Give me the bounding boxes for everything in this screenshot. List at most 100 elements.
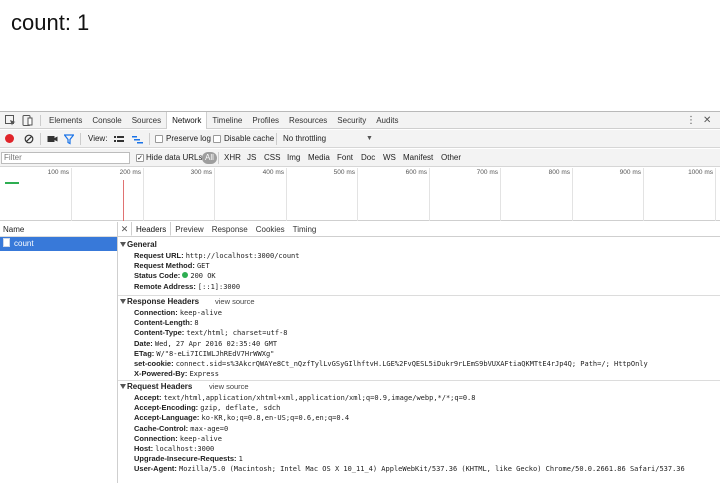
timeline-tick-label: 700 ms (476, 169, 498, 176)
document-icon (3, 238, 10, 247)
timeline-tick-label: 500 ms (333, 169, 355, 176)
chevron-down-icon[interactable]: ▼ (366, 130, 373, 148)
capture-screenshots-icon[interactable] (47, 130, 58, 148)
expand-triangle-icon (120, 242, 126, 247)
header-value: localhost:3000 (155, 444, 215, 453)
more-menu-icon[interactable]: ⋮ (686, 112, 696, 129)
name-column-header[interactable]: Name (0, 222, 117, 237)
general-title: General (127, 240, 157, 249)
response-headers-header[interactable]: Response Headers view source (118, 296, 720, 308)
status-code-value: 200 OK (190, 272, 216, 281)
header-key: ETag: (134, 348, 155, 358)
record-icon[interactable] (5, 134, 14, 143)
timeline-gridline (643, 168, 644, 221)
filter-type-xhr[interactable]: XHR (224, 149, 241, 167)
tab-network[interactable]: Network (166, 112, 208, 129)
header-value: max-age=0 (190, 424, 229, 433)
header-row: Accept-Language: ko-KR,ko;q=0.8,en-US;q=… (118, 413, 720, 423)
tab-preview[interactable]: Preview (171, 222, 207, 236)
header-value: W/"8-eLi7ICIWLJhREdV7HrWWXg" (156, 349, 275, 358)
clear-icon[interactable] (24, 130, 34, 148)
header-value: text/html,application/xhtml+xml,applicat… (163, 394, 476, 402)
device-mode-icon[interactable] (22, 115, 33, 126)
request-timing-bar (5, 182, 19, 184)
header-key: Date: (134, 338, 153, 348)
header-row: Connection: keep-alive (118, 308, 720, 318)
timeline-tick-label: 1000 ms (688, 169, 713, 176)
tab-cookies[interactable]: Cookies (252, 222, 289, 236)
filter-type-media[interactable]: Media (308, 149, 330, 167)
header-row: set-cookie: connect.sid=s%3AkcrQWAYe8Ct_… (118, 359, 720, 369)
close-devtools-icon[interactable]: ✕ (703, 112, 711, 129)
expand-triangle-icon (120, 384, 126, 389)
request-headers-section: Request Headers view source Accept: text… (118, 381, 720, 475)
header-row: Cache-Control: max-age=0 (118, 424, 720, 434)
tab-sources[interactable]: Sources (127, 112, 166, 129)
request-view-source-link[interactable]: view source (209, 381, 249, 393)
timeline-gridline (143, 168, 144, 221)
request-name: count (14, 239, 34, 248)
waterfall-view-icon[interactable] (132, 130, 143, 148)
load-event-line (123, 180, 124, 221)
request-list: Name count (0, 222, 118, 483)
network-toolbar: View: Preserve log Disable cache No thro… (0, 130, 720, 148)
filter-type-doc[interactable]: Doc (361, 149, 375, 167)
response-view-source-link[interactable]: view source (215, 296, 255, 308)
tab-timing[interactable]: Timing (289, 222, 321, 236)
status-ok-icon (182, 272, 189, 279)
general-section-header[interactable]: General (118, 239, 720, 251)
filter-type-font[interactable]: Font (337, 149, 353, 167)
tab-headers[interactable]: Headers (131, 222, 172, 236)
header-row: Content-Type: text/html; charset=utf-8 (118, 328, 720, 338)
tab-audits[interactable]: Audits (371, 112, 403, 129)
tab-timeline[interactable]: Timeline (207, 112, 247, 129)
hide-data-urls-checkbox[interactable] (136, 149, 144, 167)
filter-type-all[interactable]: All (202, 152, 217, 164)
filter-type-ws[interactable]: WS (383, 149, 396, 167)
filter-input[interactable] (1, 152, 130, 164)
request-headers-list: Accept: text/html,application/xhtml+xml,… (118, 393, 720, 475)
tab-profiles[interactable]: Profiles (247, 112, 284, 129)
filter-type-js[interactable]: JS (247, 149, 256, 167)
tab-security[interactable]: Security (332, 112, 371, 129)
toolbar-separator (40, 133, 41, 145)
tab-response[interactable]: Response (208, 222, 252, 236)
general-row: Status Code: 200 OK (134, 271, 216, 281)
filter-type-css[interactable]: CSS (264, 149, 280, 167)
header-key: set-cookie: (134, 358, 174, 368)
toolbar-separator (276, 133, 277, 145)
inspect-element-icon[interactable] (5, 115, 16, 126)
devtools-tabs: Elements Console Sources Network Timeline Pro… (44, 112, 403, 129)
header-row: X-Powered-By: Express (118, 369, 720, 379)
disable-cache-checkbox[interactable] (213, 130, 221, 148)
timeline-gridline (214, 168, 215, 221)
filter-type-img[interactable]: Img (287, 149, 300, 167)
response-headers-list: Connection: keep-alive Content-Length: 8C… (118, 308, 720, 379)
throttling-select[interactable]: No throttling (283, 130, 326, 148)
request-detail-pane: ✕ Headers Preview Response Cookies Timin… (118, 222, 720, 483)
tabbar-separator (40, 115, 41, 126)
timeline-overview[interactable]: 100 ms 200 ms 300 ms 400 ms 500 ms 600 ms 700 … (0, 168, 720, 221)
preserve-log-checkbox[interactable] (155, 130, 163, 148)
header-key: Accept-Encoding: (134, 403, 199, 413)
header-key: Upgrade-Insecure-Requests: (134, 454, 237, 464)
filter-bar: Hide data URLs All XHR JS CSS Img Media … (0, 149, 720, 167)
request-headers-header[interactable]: Request Headers view source (118, 381, 720, 393)
header-value: Express (189, 370, 219, 379)
timeline-gridline (572, 168, 573, 221)
timeline-tick-label: 100 ms (47, 169, 69, 176)
tab-resources[interactable]: Resources (284, 112, 332, 129)
filter-icon[interactable] (63, 130, 75, 148)
tab-elements[interactable]: Elements (44, 112, 87, 129)
timeline-gridline (71, 168, 72, 221)
header-value: keep-alive (179, 434, 222, 443)
request-row[interactable]: count (0, 237, 117, 251)
filter-type-other[interactable]: Other (441, 149, 461, 167)
timeline-gridline (286, 168, 287, 221)
filter-type-manifest[interactable]: Manifest (403, 149, 433, 167)
close-detail-icon[interactable]: ✕ (118, 222, 131, 236)
tab-console[interactable]: Console (87, 112, 126, 129)
header-value: 1 (238, 455, 243, 464)
large-rows-icon[interactable] (114, 130, 124, 148)
header-row: Connection: keep-alive (118, 434, 720, 444)
